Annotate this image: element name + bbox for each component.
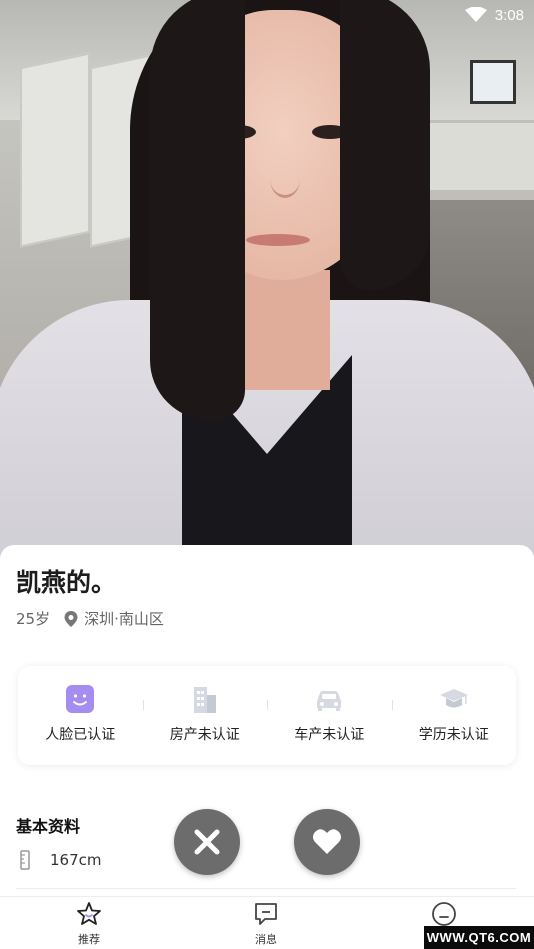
dislike-button[interactable] xyxy=(174,809,240,875)
profile-card: 凯燕的。 25岁 深圳·南山区 人脸已认证 房产未认证 车产未认证 学历未认证 … xyxy=(0,545,534,895)
status-bar: 3:08 xyxy=(464,4,524,26)
smile-face-icon xyxy=(432,902,456,926)
message-icon xyxy=(255,903,277,925)
profile-name: 凯燕的。 xyxy=(16,568,117,597)
divider xyxy=(16,888,516,889)
car-icon xyxy=(317,691,342,711)
photo-subject xyxy=(150,0,245,420)
heart-icon xyxy=(313,829,341,854)
verify-property[interactable]: 房产未认证 xyxy=(142,666,268,765)
verify-face[interactable]: 人脸已认证 xyxy=(18,666,143,765)
profile-location: 深圳·南山区 xyxy=(84,610,164,628)
verify-car-label: 车产未认证 xyxy=(294,727,365,743)
tab-messages[interactable]: 消息 xyxy=(236,901,296,947)
star-icon xyxy=(77,902,101,925)
graduation-cap-icon xyxy=(439,689,468,708)
tab-recommend-label: 推荐 xyxy=(78,933,100,946)
watermark: WWW.QT6.COM xyxy=(424,926,534,949)
wifi-icon xyxy=(464,7,487,22)
verify-face-label: 人脸已认证 xyxy=(45,727,116,743)
basic-info-title: 基本资料 xyxy=(16,813,81,838)
photo-background xyxy=(20,52,90,248)
photo-subject xyxy=(340,0,430,290)
verify-property-label: 房产未认证 xyxy=(169,727,240,743)
status-time: 3:08 xyxy=(494,6,524,24)
height-value: 167cm xyxy=(50,851,102,869)
photo-background xyxy=(470,60,516,104)
verify-education-label: 学历未认证 xyxy=(418,727,489,743)
tab-messages-label: 消息 xyxy=(255,933,277,946)
tab-recommend[interactable]: 推荐 xyxy=(59,901,119,947)
ruler-icon xyxy=(20,850,30,870)
like-button[interactable] xyxy=(294,809,360,875)
verification-panel: 人脸已认证 房产未认证 车产未认证 学历未认证 xyxy=(18,666,516,765)
building-icon xyxy=(193,687,216,713)
photo-background xyxy=(420,120,534,190)
location-pin-icon xyxy=(64,610,78,627)
face-verified-icon xyxy=(66,685,95,713)
profile-meta: 25岁 深圳·南山区 xyxy=(16,608,164,629)
profile-photo[interactable] xyxy=(0,0,534,560)
verify-car[interactable]: 车产未认证 xyxy=(267,666,392,765)
profile-age: 25岁 xyxy=(16,610,51,628)
close-icon xyxy=(194,829,220,855)
verify-education[interactable]: 学历未认证 xyxy=(391,666,517,765)
height-row: 167cm xyxy=(20,850,102,870)
